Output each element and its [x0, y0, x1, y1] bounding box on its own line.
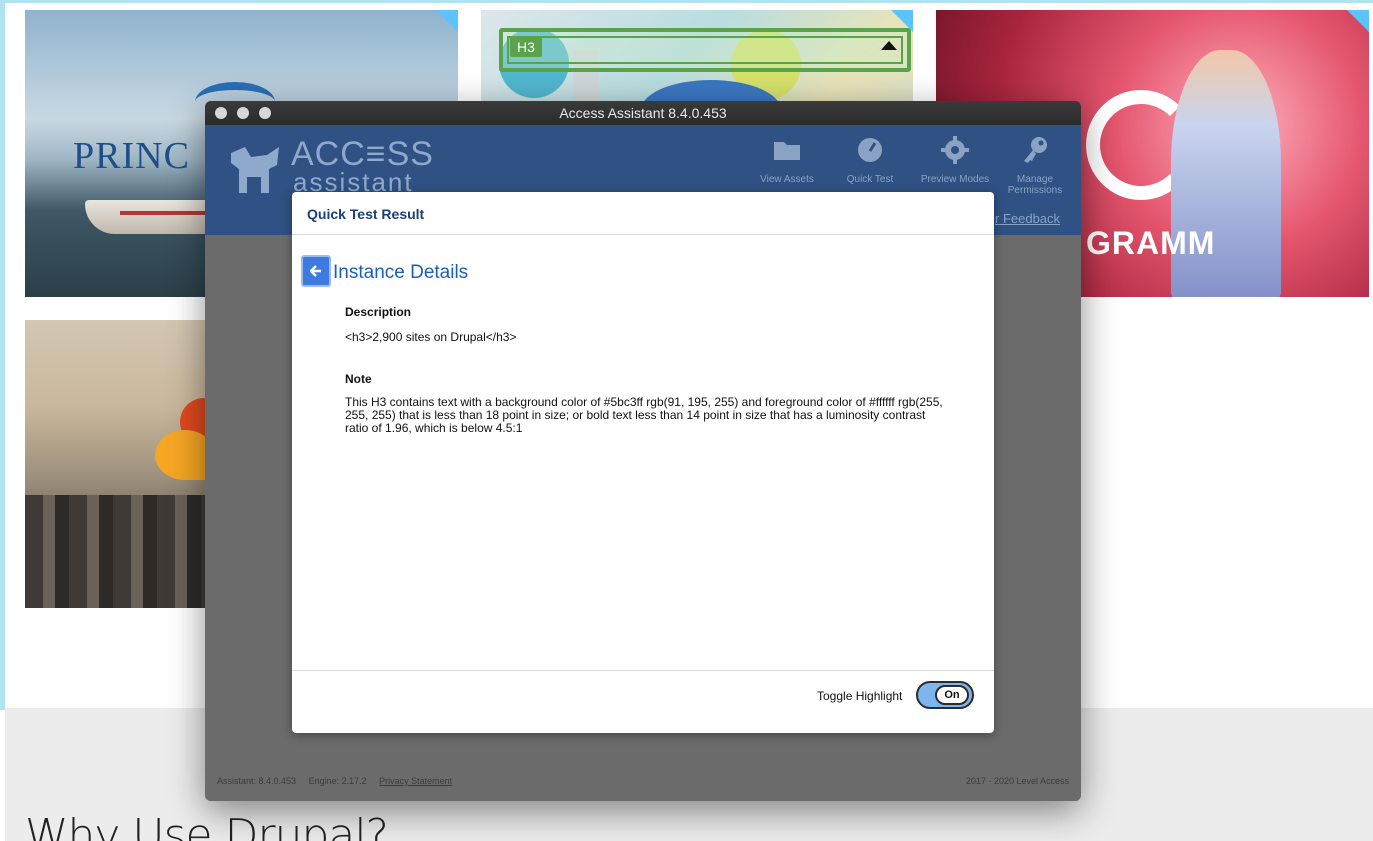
- tile-corner-marker: [436, 10, 458, 32]
- caret-up-icon[interactable]: [881, 41, 897, 50]
- back-button[interactable]: [301, 255, 331, 287]
- arrow-left-icon: [310, 265, 321, 277]
- window-titlebar[interactable]: Access Assistant 8.4.0.453: [205, 101, 1081, 125]
- privacy-statement-link[interactable]: Privacy Statement: [379, 776, 452, 786]
- dialog-footer: Toggle Highlight On: [292, 670, 994, 733]
- feedback-link[interactable]: r Feedback: [995, 211, 1060, 226]
- dialog-header: Quick Test Result: [292, 192, 994, 235]
- page-top-edge: [0, 0, 1373, 3]
- nav-manage-permissions-label: Manage Permissions: [1007, 174, 1063, 196]
- city-skyline-image: [25, 495, 205, 608]
- description-value: <h3>2,900 sites on Drupal</h3>: [345, 330, 517, 344]
- nav-preview-modes-label: Preview Modes: [920, 174, 990, 185]
- note-label: Note: [345, 372, 372, 386]
- quick-test-result-dialog: Quick Test Result Instance Details Descr…: [292, 192, 994, 733]
- note-value: This H3 contains text with a background …: [345, 395, 943, 435]
- nav-quick-test[interactable]: Quick Test: [830, 135, 910, 185]
- dialog-title: Quick Test Result: [307, 206, 425, 222]
- key-icon: [1024, 137, 1047, 163]
- nav-view-assets-label: View Assets: [760, 174, 814, 185]
- nav-quick-test-label: Quick Test: [846, 174, 894, 185]
- toggle-highlight-label: Toggle Highlight: [817, 689, 903, 703]
- instance-details-heading: Instance Details: [333, 262, 469, 283]
- assistant-version: Assistant: 8.4.0.453: [217, 776, 297, 786]
- footer-version-info: Assistant: 8.4.0.453 Engine: 2.17.2 Priv…: [217, 776, 462, 786]
- nav-preview-modes[interactable]: Preview Modes: [915, 135, 995, 185]
- copyright-text: 2017 - 2020 Level Access: [965, 776, 1069, 786]
- folder-icon: [774, 142, 800, 160]
- dog-logo-icon: [231, 147, 279, 193]
- toggle-highlight-switch[interactable]: On: [916, 681, 974, 709]
- h3-highlight-inner-border: [507, 36, 903, 64]
- grammy-logo-text: GRAMM: [1086, 225, 1216, 261]
- section-heading: Why Use Drupal?: [25, 810, 389, 841]
- toggle-knob: On: [935, 685, 969, 705]
- description-label: Description: [345, 305, 412, 319]
- page-left-edge: [0, 0, 5, 710]
- nav-view-assets[interactable]: View Assets: [747, 135, 827, 185]
- nav-manage-permissions[interactable]: Manage Permissions: [995, 135, 1075, 196]
- h3-tag-badge: H3: [510, 37, 542, 57]
- tile-corner-marker: [1347, 10, 1369, 32]
- princess-logo-text: PRINC: [73, 135, 190, 177]
- engine-version: Engine: 2.17.2: [308, 776, 367, 786]
- gear-icon: [941, 136, 969, 164]
- h3-highlight-overlay: H3: [499, 28, 911, 72]
- gauge-icon: [858, 138, 882, 162]
- app-footer: Assistant: 8.4.0.453 Engine: 2.17.2 Priv…: [205, 765, 1081, 801]
- window-title: Access Assistant 8.4.0.453: [559, 105, 727, 121]
